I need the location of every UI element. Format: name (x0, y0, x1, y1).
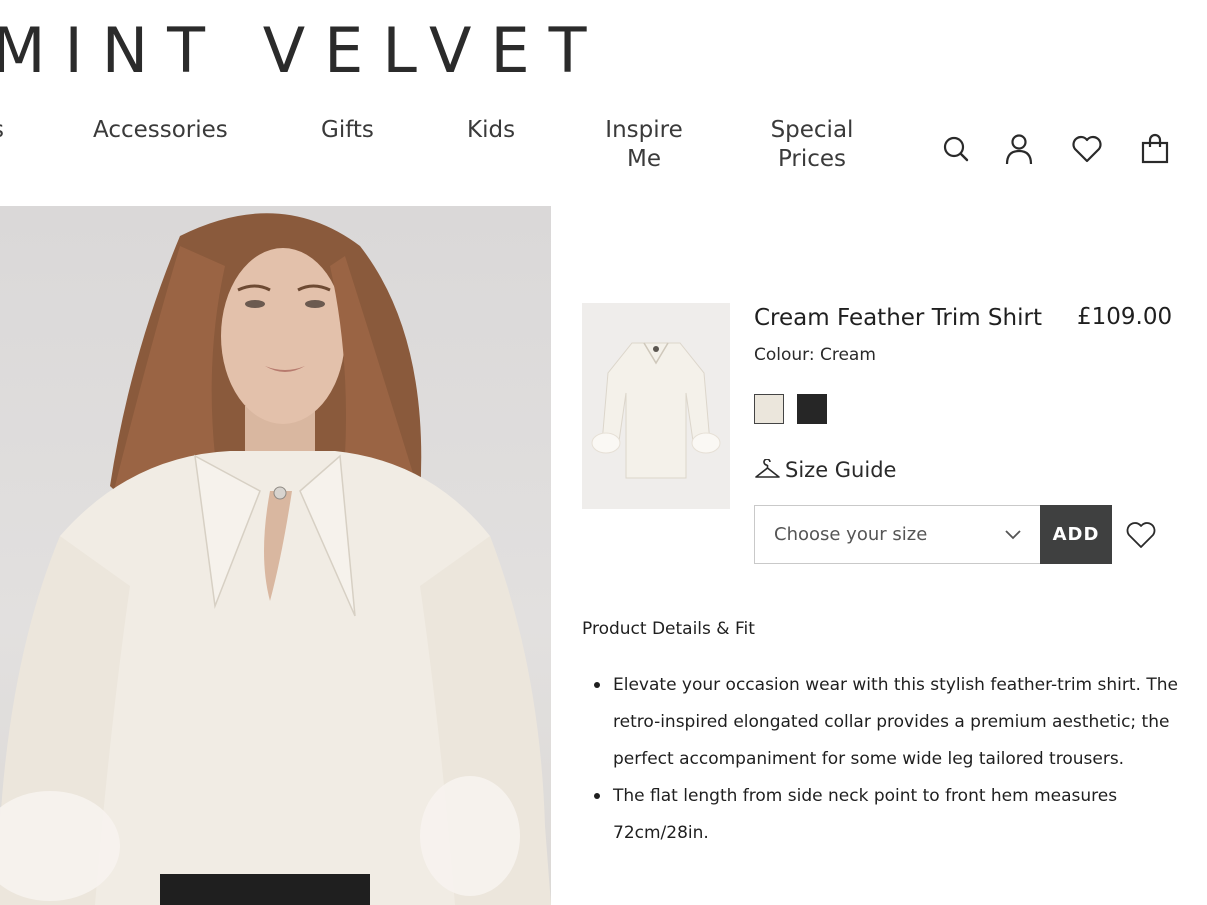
size-guide-label: Size Guide (785, 458, 897, 482)
account-icon[interactable] (1002, 132, 1036, 166)
nav-item-inspire-line-2: Me (627, 146, 661, 172)
swatch-cream[interactable] (754, 394, 784, 424)
chevron-down-icon (1005, 530, 1021, 540)
swatch-black[interactable] (797, 394, 827, 424)
bag-icon[interactable] (1138, 132, 1172, 166)
details-list: Elevate your occasion wear with this sty… (582, 667, 1182, 852)
size-select[interactable]: Choose your size (754, 505, 1041, 564)
nav-item-clipped[interactable]: s (0, 116, 4, 145)
product-price: £109.00 (1077, 304, 1173, 330)
colour-label: Colour: Cream (754, 345, 876, 365)
size-select-placeholder: Choose your size (774, 524, 928, 545)
details-item: Elevate your occasion wear with this sty… (582, 667, 1182, 778)
details-item: The flat length from side neck point to … (582, 778, 1182, 852)
wishlist-icon[interactable] (1070, 132, 1104, 166)
size-guide-link[interactable]: Size Guide (754, 458, 896, 482)
nav-item-special-line-1: Special (770, 117, 854, 143)
brand-logo[interactable]: MINT VELVET (0, 20, 606, 82)
product-thumbnail[interactable] (582, 303, 730, 509)
nav-item-accessories[interactable]: Accessories (93, 116, 228, 145)
add-to-bag-button[interactable]: ADD (1040, 505, 1112, 564)
hanger-icon (755, 459, 780, 478)
nav-item-special-line-2: Prices (777, 146, 847, 172)
nav-item-inspire-me[interactable]: Inspire Me (596, 116, 692, 174)
search-icon[interactable] (939, 132, 973, 166)
product-page: MINT VELVET s Accessories Gifts Kids Ins… (0, 0, 1207, 905)
add-to-wishlist-heart-icon[interactable] (1124, 519, 1158, 551)
product-title: Cream Feather Trim Shirt (754, 305, 1042, 331)
product-hero-image (0, 206, 551, 905)
nav-item-kids[interactable]: Kids (467, 116, 515, 145)
nav-item-special-prices[interactable]: Special Prices (762, 116, 862, 174)
details-heading: Product Details & Fit (582, 619, 755, 639)
nav-item-gifts[interactable]: Gifts (321, 116, 374, 145)
nav-item-inspire-line-1: Inspire (605, 117, 683, 143)
